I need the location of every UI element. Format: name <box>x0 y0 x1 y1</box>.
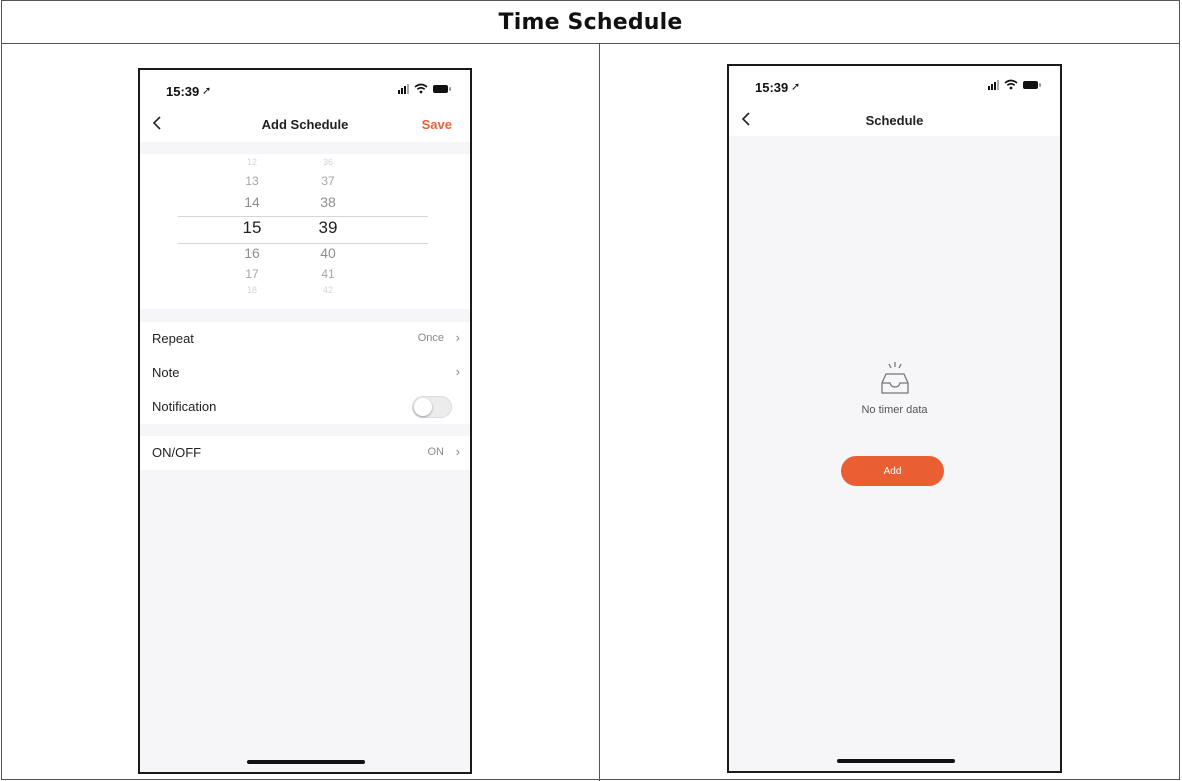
picker-hour: 18 <box>246 285 257 295</box>
chevron-right-icon: › <box>455 364 460 379</box>
chevron-right-icon: › <box>455 330 460 345</box>
empty-state: No timer data <box>729 361 1060 416</box>
note-row[interactable]: Note › <box>140 356 470 390</box>
repeat-row[interactable]: Repeat Once › <box>140 322 470 356</box>
time-picker[interactable]: 12 13 14 15 16 17 18 36 37 38 39 40 41 4… <box>140 154 470 309</box>
battery-icon <box>1023 80 1041 89</box>
toggle-knob <box>414 398 432 416</box>
nav-bar: Add Schedule Save <box>140 106 470 142</box>
picker-minute: 36 <box>322 157 333 167</box>
status-bar: 15:39 ➚ <box>140 70 470 106</box>
wifi-icon <box>414 83 428 94</box>
onoff-value: ON <box>427 446 445 458</box>
add-schedule-button[interactable]: Add <box>841 456 944 486</box>
picker-selection-top-line <box>178 216 428 217</box>
onoff-label: ON/OFF <box>152 445 202 460</box>
home-indicator <box>837 759 955 763</box>
schedule-screen: 15:39 ➚ Schedule No timer data Add <box>727 64 1062 773</box>
picker-hour: 16 <box>244 245 260 261</box>
nav-bar: Schedule <box>729 102 1060 136</box>
screen-title: Schedule <box>865 113 924 128</box>
notification-label: Notification <box>152 399 217 414</box>
notification-row: Notification <box>140 390 470 424</box>
empty-message: No timer data <box>861 404 928 416</box>
picker-hour-selected: 15 <box>242 218 262 237</box>
picker-selection-bottom-line <box>178 243 428 244</box>
signal-icon <box>988 79 999 90</box>
home-indicator <box>247 760 365 764</box>
location-icon: ➚ <box>202 85 212 97</box>
repeat-value: Once <box>417 332 444 344</box>
status-bar: 15:39 ➚ <box>729 66 1060 102</box>
picker-minute: 41 <box>321 267 335 281</box>
picker-minute: 37 <box>321 174 335 188</box>
picker-minute: 40 <box>320 245 336 261</box>
save-button[interactable]: Save <box>422 117 452 132</box>
onoff-group: ON/OFF ON › <box>140 436 470 470</box>
chevron-right-icon: › <box>455 444 460 459</box>
picker-minute: 42 <box>322 285 333 295</box>
status-time: 15:39 <box>166 84 200 99</box>
signal-icon <box>398 83 409 94</box>
note-label: Note <box>152 365 180 380</box>
page-title: Time Schedule <box>498 9 683 35</box>
screen-title: Add Schedule <box>261 117 349 132</box>
table-title-row: Time Schedule <box>2 1 1179 44</box>
settings-group: Repeat Once › Note › Notification <box>140 322 470 424</box>
picker-minute: 38 <box>320 194 336 210</box>
picker-hour: 17 <box>245 267 259 281</box>
location-icon: ➚ <box>791 81 801 93</box>
repeat-label: Repeat <box>152 331 194 346</box>
wifi-icon <box>1004 79 1018 90</box>
picker-minute-selected: 39 <box>318 218 338 237</box>
notification-toggle[interactable] <box>412 396 452 418</box>
battery-icon <box>433 84 451 93</box>
empty-inbox-icon <box>880 362 909 394</box>
onoff-row[interactable]: ON/OFF ON › <box>140 436 470 470</box>
add-schedule-screen: 15:39 ➚ Add Schedule Save 12 13 14 15 16… <box>138 68 472 774</box>
picker-hour: 13 <box>245 174 259 188</box>
picker-hour: 14 <box>244 194 260 210</box>
status-time: 15:39 <box>755 80 789 95</box>
picker-hour: 12 <box>246 157 257 167</box>
column-divider <box>599 44 600 781</box>
